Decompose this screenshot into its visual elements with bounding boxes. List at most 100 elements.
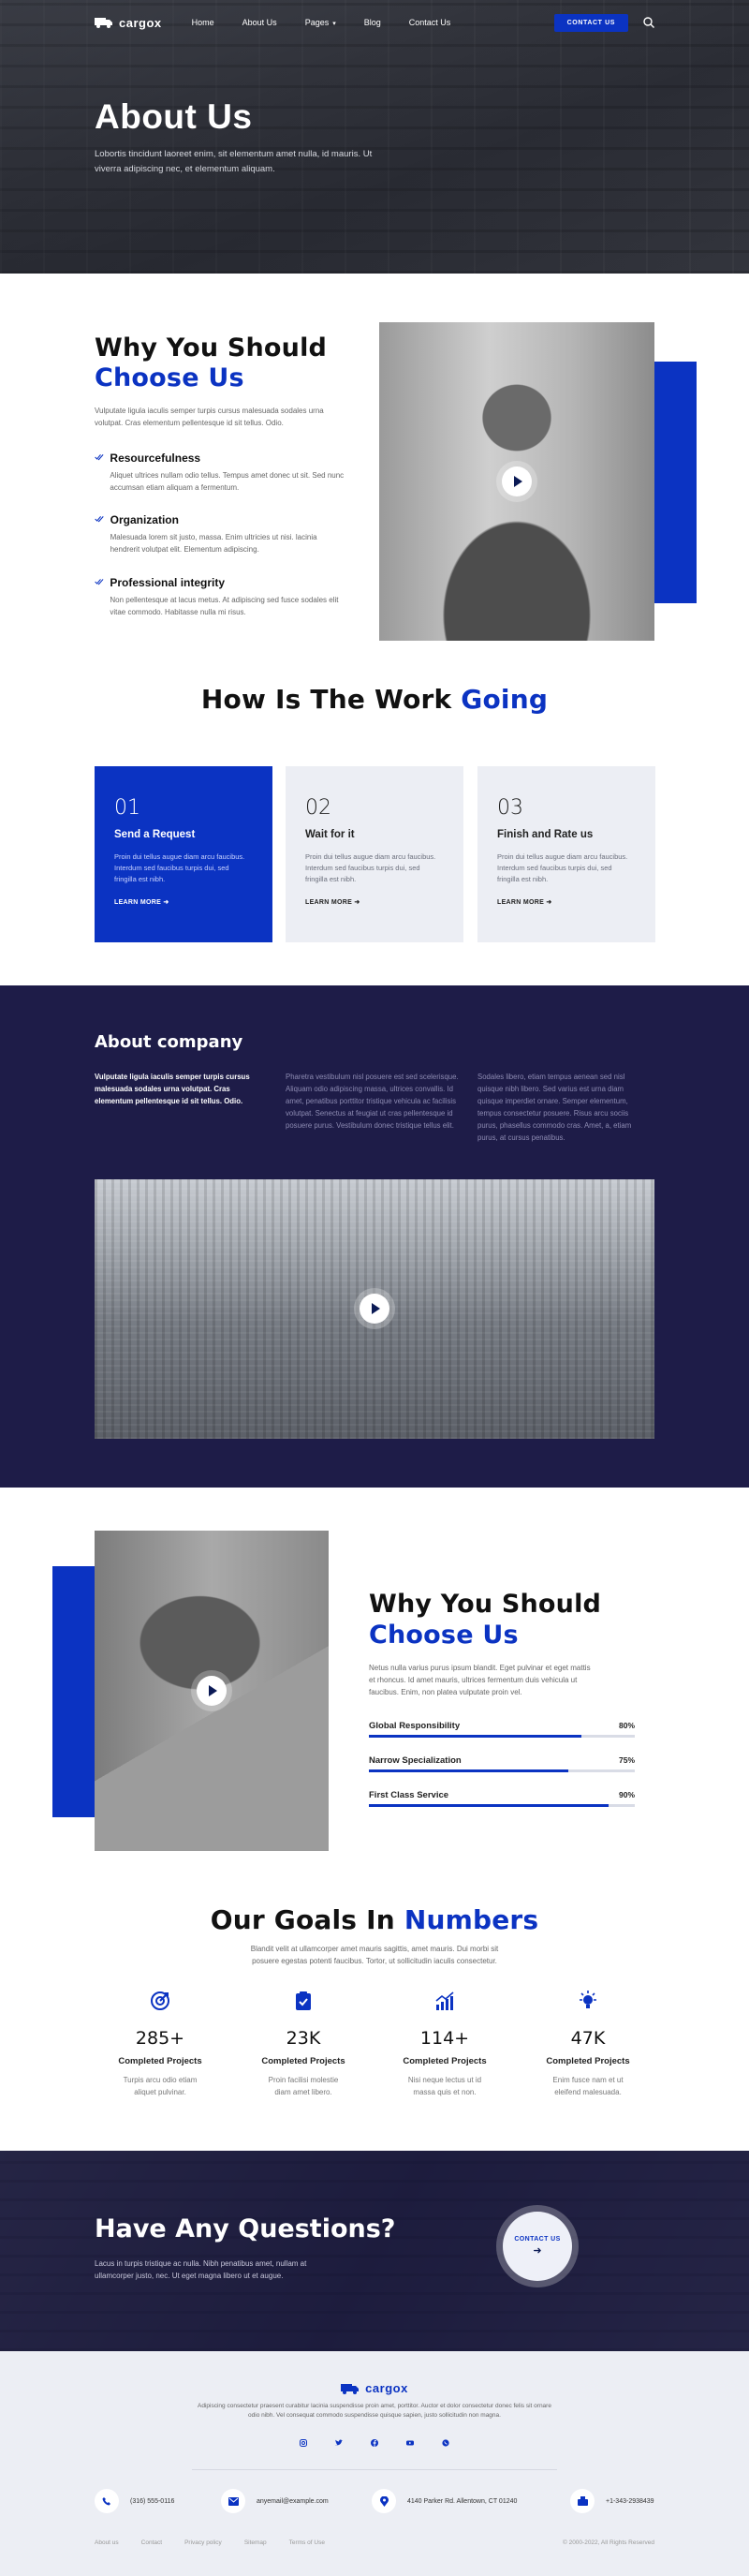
skill-progress-bar: [369, 1735, 635, 1738]
logo-text: cargox: [119, 15, 162, 30]
nav-about[interactable]: About Us: [242, 18, 277, 27]
whatsapp-icon[interactable]: [442, 2439, 449, 2447]
footer-link-about[interactable]: About us: [95, 2539, 119, 2546]
why2-title-line1: Why You Should: [369, 1590, 602, 1619]
step-title: Send a Request: [114, 829, 196, 840]
step-number: 01: [114, 796, 140, 820]
stat-item: 47K Completed Projects Enim fusce nam et…: [518, 1990, 658, 2098]
worker-photo: [379, 322, 654, 641]
contact-phone[interactable]: (316) 555-0116: [95, 2489, 174, 2513]
cta-overlay: [0, 2151, 749, 2351]
arrow-right-icon: ➜: [533, 2245, 542, 2257]
arrow-right-icon: ➜: [354, 899, 360, 906]
stat-label: Completed Projects: [118, 2056, 202, 2066]
instagram-icon[interactable]: [300, 2439, 307, 2447]
arrow-right-icon: ➜: [546, 899, 552, 906]
contact-fax-text: +1-343-2938439: [606, 2497, 654, 2505]
stat-item: 285+ Completed Projects Turpis arcu odio…: [90, 1990, 230, 2098]
phone-icon: [95, 2489, 119, 2513]
feature-title: Organization: [110, 513, 179, 526]
footer-link-contact[interactable]: Contact: [141, 2539, 162, 2546]
skill-value: 75%: [618, 1755, 635, 1765]
skill-progress-fill: [369, 1735, 582, 1738]
footer-link-privacy[interactable]: Privacy policy: [184, 2539, 222, 2546]
why-intro: Vulputate ligula iaculis semper turpis c…: [95, 407, 324, 427]
youtube-icon[interactable]: [406, 2439, 414, 2447]
goals-title: Our Goals In Numbers: [0, 1904, 749, 1935]
learn-more-link[interactable]: LEARN MORE ➜: [114, 898, 253, 906]
why2-title: Why You Should Choose Us: [369, 1589, 650, 1651]
learn-more-link[interactable]: LEARN MORE ➜: [305, 898, 444, 906]
stat-text: Proin facilisi molestie diam amet libero…: [268, 2076, 339, 2096]
stat-text: Turpis arcu odio etiam aliquet pulvinar.: [123, 2076, 198, 2096]
cta-contact-button[interactable]: CONTACT US ➜: [503, 2212, 572, 2281]
facebook-icon[interactable]: [371, 2439, 378, 2447]
work-title: How Is The Work Going: [0, 684, 749, 715]
step-card[interactable]: 01 Send a Request Proin dui tellus augue…: [95, 766, 272, 942]
hero-subtitle: Lobortis tincidunt laoreet enim, sit ele…: [95, 149, 373, 174]
cta-text: Lacus in turpis tristique ac nulla. Nibh…: [95, 2259, 307, 2280]
site-logo[interactable]: cargox: [95, 16, 162, 30]
play-button[interactable]: [360, 1294, 389, 1324]
feature-list: Resourcefulness Aliquet ultrices nullam …: [95, 452, 347, 618]
footer-logo[interactable]: cargox: [0, 2381, 749, 2395]
step-card[interactable]: 03 Finish and Rate us Proin dui tellus a…: [477, 766, 655, 942]
stat-item: 114+ Completed Projects Nisi neque lectu…: [374, 1990, 515, 2098]
step-text: Proin dui tellus augue diam arcu faucibu…: [497, 852, 628, 883]
clipboard-check-icon: [296, 1991, 311, 2010]
feature-item: Resourcefulness Aliquet ultrices nullam …: [95, 452, 347, 513]
why-title-line1: Why You Should: [95, 333, 328, 363]
skill-progress-bar: [369, 1804, 635, 1807]
why2-text: Netus nulla varius purus ipsum blandit. …: [369, 1664, 591, 1696]
footer-link-sitemap[interactable]: Sitemap: [244, 2539, 267, 2546]
lightbulb-icon: [580, 1991, 596, 2008]
search-icon[interactable]: [643, 17, 654, 28]
play-button[interactable]: [502, 466, 532, 496]
nav-contact-button[interactable]: CONTACT US: [553, 13, 628, 32]
hero-overlay: [0, 0, 749, 274]
chevron-down-icon: ▾: [332, 21, 336, 27]
contact-address[interactable]: 4140 Parker Rd. Allentown, CT 01240: [372, 2489, 517, 2513]
company-text-col3: Sodales libero, etiam tempus aenean sed …: [477, 1073, 632, 1142]
step-title: Finish and Rate us: [497, 829, 594, 840]
stat-value: 47K: [570, 2028, 606, 2049]
stat-label: Completed Projects: [403, 2056, 487, 2066]
skill-label: First Class Service: [369, 1790, 449, 1800]
why-choose-section: Why You Should Choose Us Vulputate ligul…: [95, 333, 357, 429]
skill-progress-fill: [369, 1769, 568, 1772]
target-icon: [151, 1991, 169, 2010]
contact-email[interactable]: anyemail@example.com: [221, 2489, 329, 2513]
footer-text: Adipiscing consectetur praesent curabitu…: [198, 2403, 551, 2419]
nav-links: Home About Us Pages ▾ Blog Contact Us: [192, 18, 479, 27]
step-text: Proin dui tellus augue diam arcu faucibu…: [305, 852, 436, 883]
work-title-main: How Is The Work: [200, 684, 452, 715]
step-number: 03: [497, 796, 523, 820]
nav-blog[interactable]: Blog: [364, 18, 381, 27]
step-card[interactable]: 02 Wait for it Proin dui tellus augue di…: [286, 766, 463, 942]
footer-links: About us Contact Privacy policy Sitemap …: [95, 2539, 325, 2546]
contact-address-text: 4140 Parker Rd. Allentown, CT 01240: [407, 2497, 518, 2505]
truck-icon: [341, 2383, 360, 2394]
nav-contact[interactable]: Contact Us: [409, 18, 451, 27]
footer-logo-text: cargox: [365, 2381, 408, 2395]
skill-progress-bar: [369, 1769, 635, 1772]
why-choose-section-2: Why You Should Choose Us Netus nulla var…: [369, 1589, 650, 1698]
why2-title-line2: Choose Us: [369, 1621, 519, 1650]
footer-link-terms[interactable]: Terms of Use: [289, 2539, 325, 2546]
learn-more-label: LEARN MORE: [497, 899, 545, 906]
feature-item: Professional integrity Non pellentesque …: [95, 576, 347, 618]
hero-section: cargox Home About Us Pages ▾ Blog Contact…: [0, 0, 749, 274]
contact-fax[interactable]: +1-343-2938439: [570, 2489, 654, 2513]
twitter-icon[interactable]: [335, 2439, 343, 2447]
skill-label: Global Responsibility: [369, 1721, 461, 1731]
play-button[interactable]: [197, 1676, 227, 1706]
feature-text: Malesuada lorem sit justo, massa. Enim u…: [110, 533, 317, 554]
stat-value: 285+: [135, 2028, 185, 2049]
nav-pages[interactable]: Pages ▾: [305, 18, 336, 27]
double-check-icon: [95, 579, 104, 585]
nav-home[interactable]: Home: [192, 18, 214, 27]
why-title: Why You Should Choose Us: [95, 333, 357, 393]
questions-section: Have Any Questions? Lacus in turpis tris…: [0, 2151, 749, 2351]
contact-email-text: anyemail@example.com: [257, 2497, 329, 2505]
learn-more-link[interactable]: LEARN MORE ➜: [497, 898, 636, 906]
